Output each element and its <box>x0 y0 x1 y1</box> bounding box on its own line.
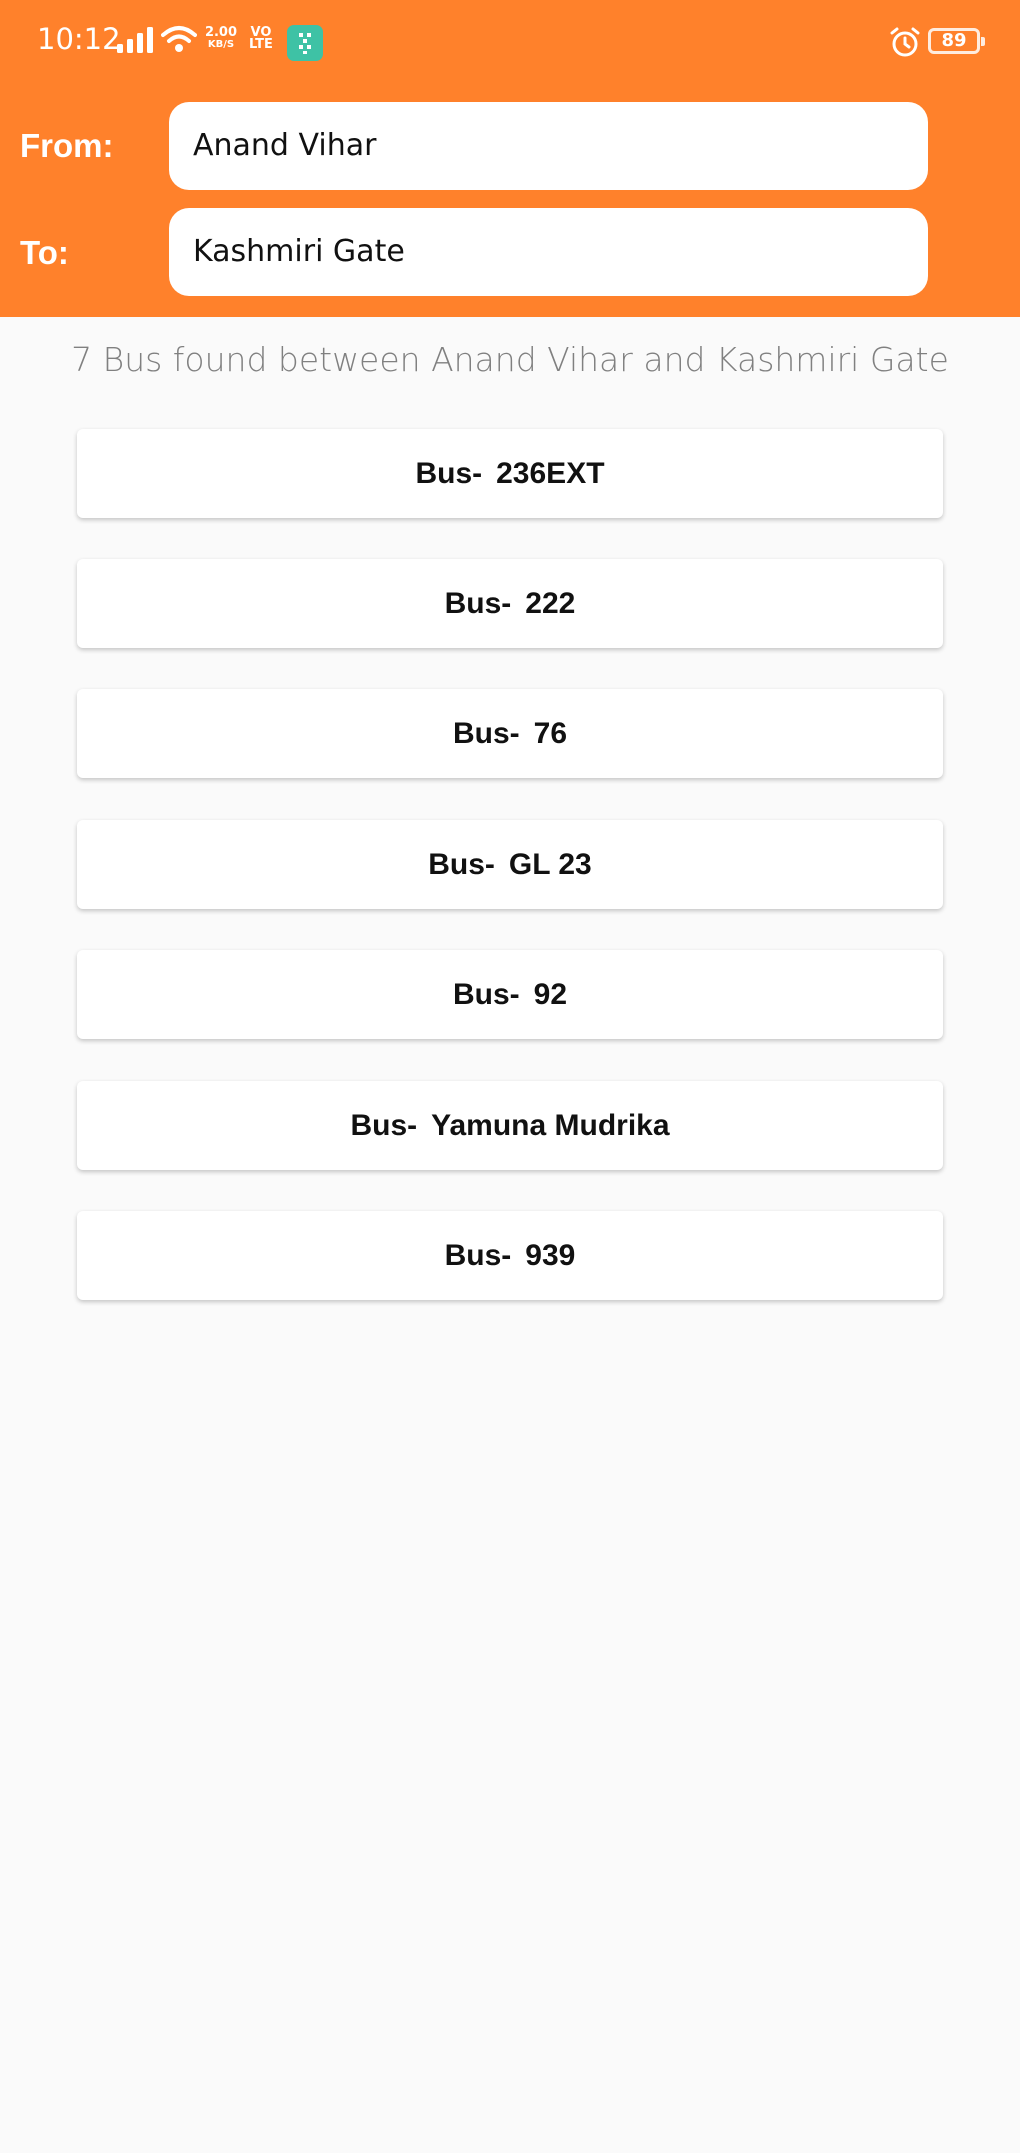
bus-prefix: Bus- <box>444 1238 512 1272</box>
volte-indicator: VO LTE <box>245 26 277 52</box>
bus-card-gl-23[interactable]: Bus- GL 23 <box>77 820 943 909</box>
bus-card-939[interactable]: Bus- 939 <box>77 1211 943 1300</box>
bus-card-222[interactable]: Bus- 222 <box>77 559 943 648</box>
network-speed-value: 2.00 <box>204 25 238 40</box>
bus-card-92[interactable]: Bus- 92 <box>77 950 943 1039</box>
bus-number: Yamuna Mudrika <box>431 1108 670 1142</box>
bus-prefix: Bus- <box>452 716 520 750</box>
app-glyph-icon <box>299 33 311 54</box>
bus-number: 92 <box>533 977 568 1011</box>
results-summary: 7 Bus found between Anand Vihar and Kash… <box>71 340 949 379</box>
bus-prefix: Bus- <box>428 847 495 881</box>
bus-number: 939 <box>525 1238 576 1272</box>
bus-prefix: Bus- <box>350 1108 418 1142</box>
wifi-icon <box>161 26 197 52</box>
battery-icon: 89 <box>928 28 985 54</box>
status-bar: 10:12 2.00 KB/S VO LTE 89 <box>0 0 1020 86</box>
bus-card-76[interactable]: Bus- 76 <box>77 689 943 778</box>
network-speed: 2.00 KB/S <box>202 25 240 51</box>
to-label: To: <box>20 234 69 271</box>
network-speed-unit: KB/S <box>207 39 235 50</box>
bus-number: 222 <box>525 586 576 620</box>
bus-prefix: Bus- <box>452 977 520 1011</box>
bus-card-236ext[interactable]: Bus- 236EXT <box>77 429 943 518</box>
bus-number: 236EXT <box>496 456 605 490</box>
battery-level: 89 <box>941 30 967 51</box>
from-input[interactable]: Anand Vihar <box>169 102 928 190</box>
bus-number: GL 23 <box>508 847 592 881</box>
bus-prefix: Bus- <box>444 586 512 620</box>
volte-bottom: LTE <box>249 37 273 52</box>
header: 10:12 2.00 KB/S VO LTE 89 From: Anand Vi… <box>0 0 1020 317</box>
app-notification-icon <box>287 25 323 61</box>
to-input[interactable]: Kashmiri Gate <box>169 208 928 296</box>
from-label: From: <box>20 127 114 164</box>
signal-icon <box>117 27 153 53</box>
bus-number: 76 <box>533 716 568 750</box>
status-time: 10:12 <box>37 22 121 56</box>
alarm-icon <box>890 27 920 57</box>
bus-prefix: Bus- <box>415 456 483 490</box>
bus-card-yamuna-mudrika[interactable]: Bus- Yamuna Mudrika <box>77 1081 943 1170</box>
